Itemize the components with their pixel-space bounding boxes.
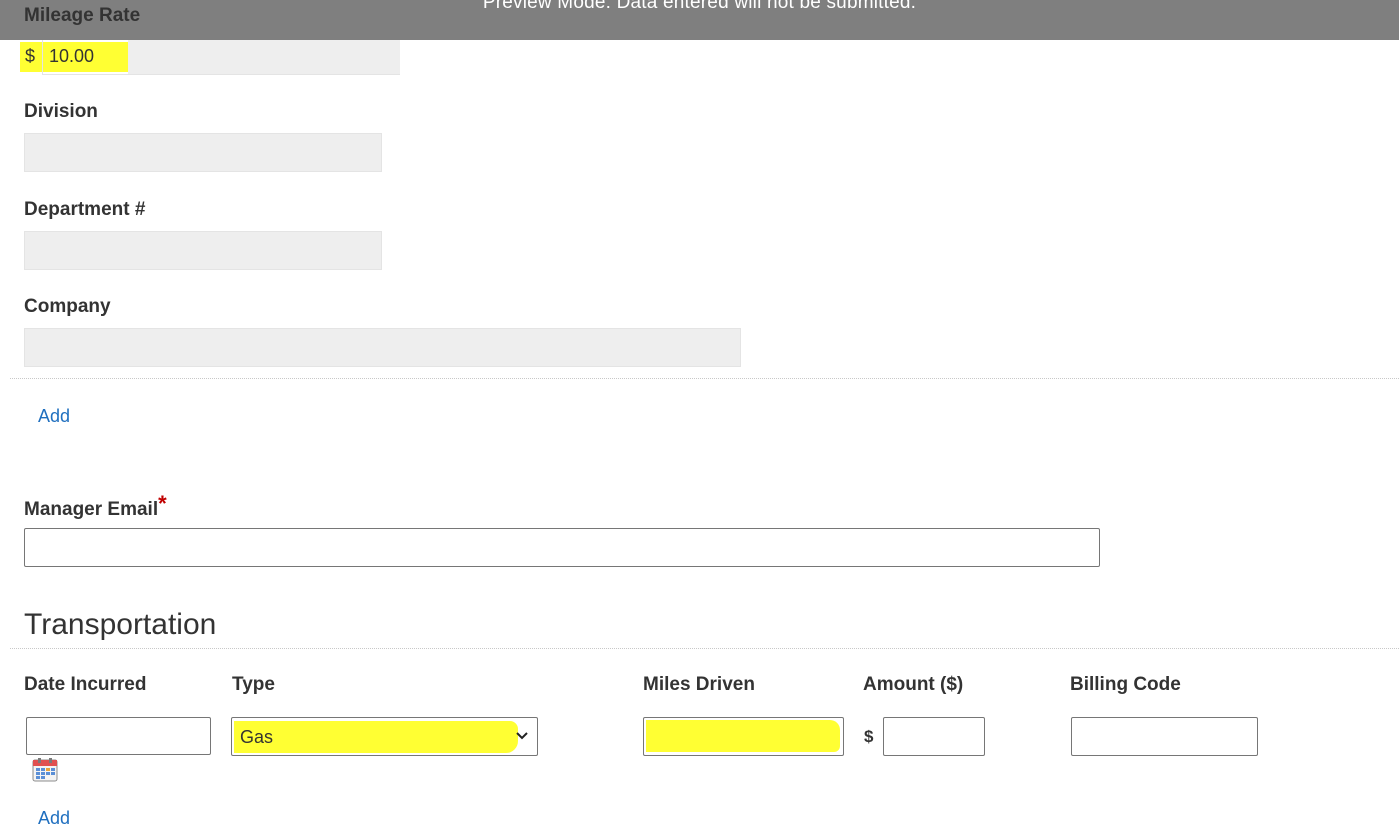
billing-code-header: Billing Code (1070, 674, 1181, 695)
required-asterisk: * (158, 491, 167, 516)
add-transportation-link[interactable]: Add (38, 808, 70, 829)
manager-email-label-text: Manager Email (24, 499, 159, 520)
preview-mode-banner: Preview Mode: Data entered will not be s… (0, 0, 1399, 40)
date-incurred-header: Date Incurred (24, 674, 147, 695)
division-label: Division (24, 101, 98, 122)
transportation-title: Transportation (24, 608, 217, 641)
calendar-icon[interactable] (32, 757, 58, 783)
amount-header: Amount ($) (863, 674, 964, 695)
billing-code-input[interactable] (1071, 717, 1258, 756)
amount-input[interactable] (883, 717, 985, 756)
type-select-value: Gas (240, 727, 274, 747)
miles-driven-highlight (646, 720, 840, 752)
mileage-rate-value: 10.00 (49, 46, 95, 66)
division-field (24, 133, 382, 172)
company-field (24, 328, 741, 367)
mileage-rate-field-fill (128, 38, 400, 74)
miles-driven-input[interactable] (643, 717, 844, 756)
type-header: Type (232, 674, 275, 695)
amount-currency: $ (864, 727, 874, 746)
preview-mode-text: Preview Mode: Data entered will not be s… (482, 0, 917, 13)
section-divider (10, 378, 1399, 379)
department-label: Department # (24, 199, 146, 220)
department-field (24, 231, 382, 270)
transportation-divider (10, 648, 1399, 649)
date-incurred-input[interactable] (26, 717, 211, 755)
mileage-rate-label: Mileage Rate (24, 5, 141, 26)
add-link[interactable]: Add (38, 406, 70, 427)
type-highlight (234, 721, 518, 753)
company-label: Company (24, 296, 111, 317)
miles-driven-header: Miles Driven (643, 674, 755, 695)
type-select[interactable]: Gas (231, 717, 538, 756)
manager-email-label: Manager Email* (24, 491, 167, 521)
mileage-rate-currency: $ (25, 46, 36, 66)
chevron-down-icon (515, 728, 529, 749)
manager-email-input[interactable] (24, 528, 1100, 567)
